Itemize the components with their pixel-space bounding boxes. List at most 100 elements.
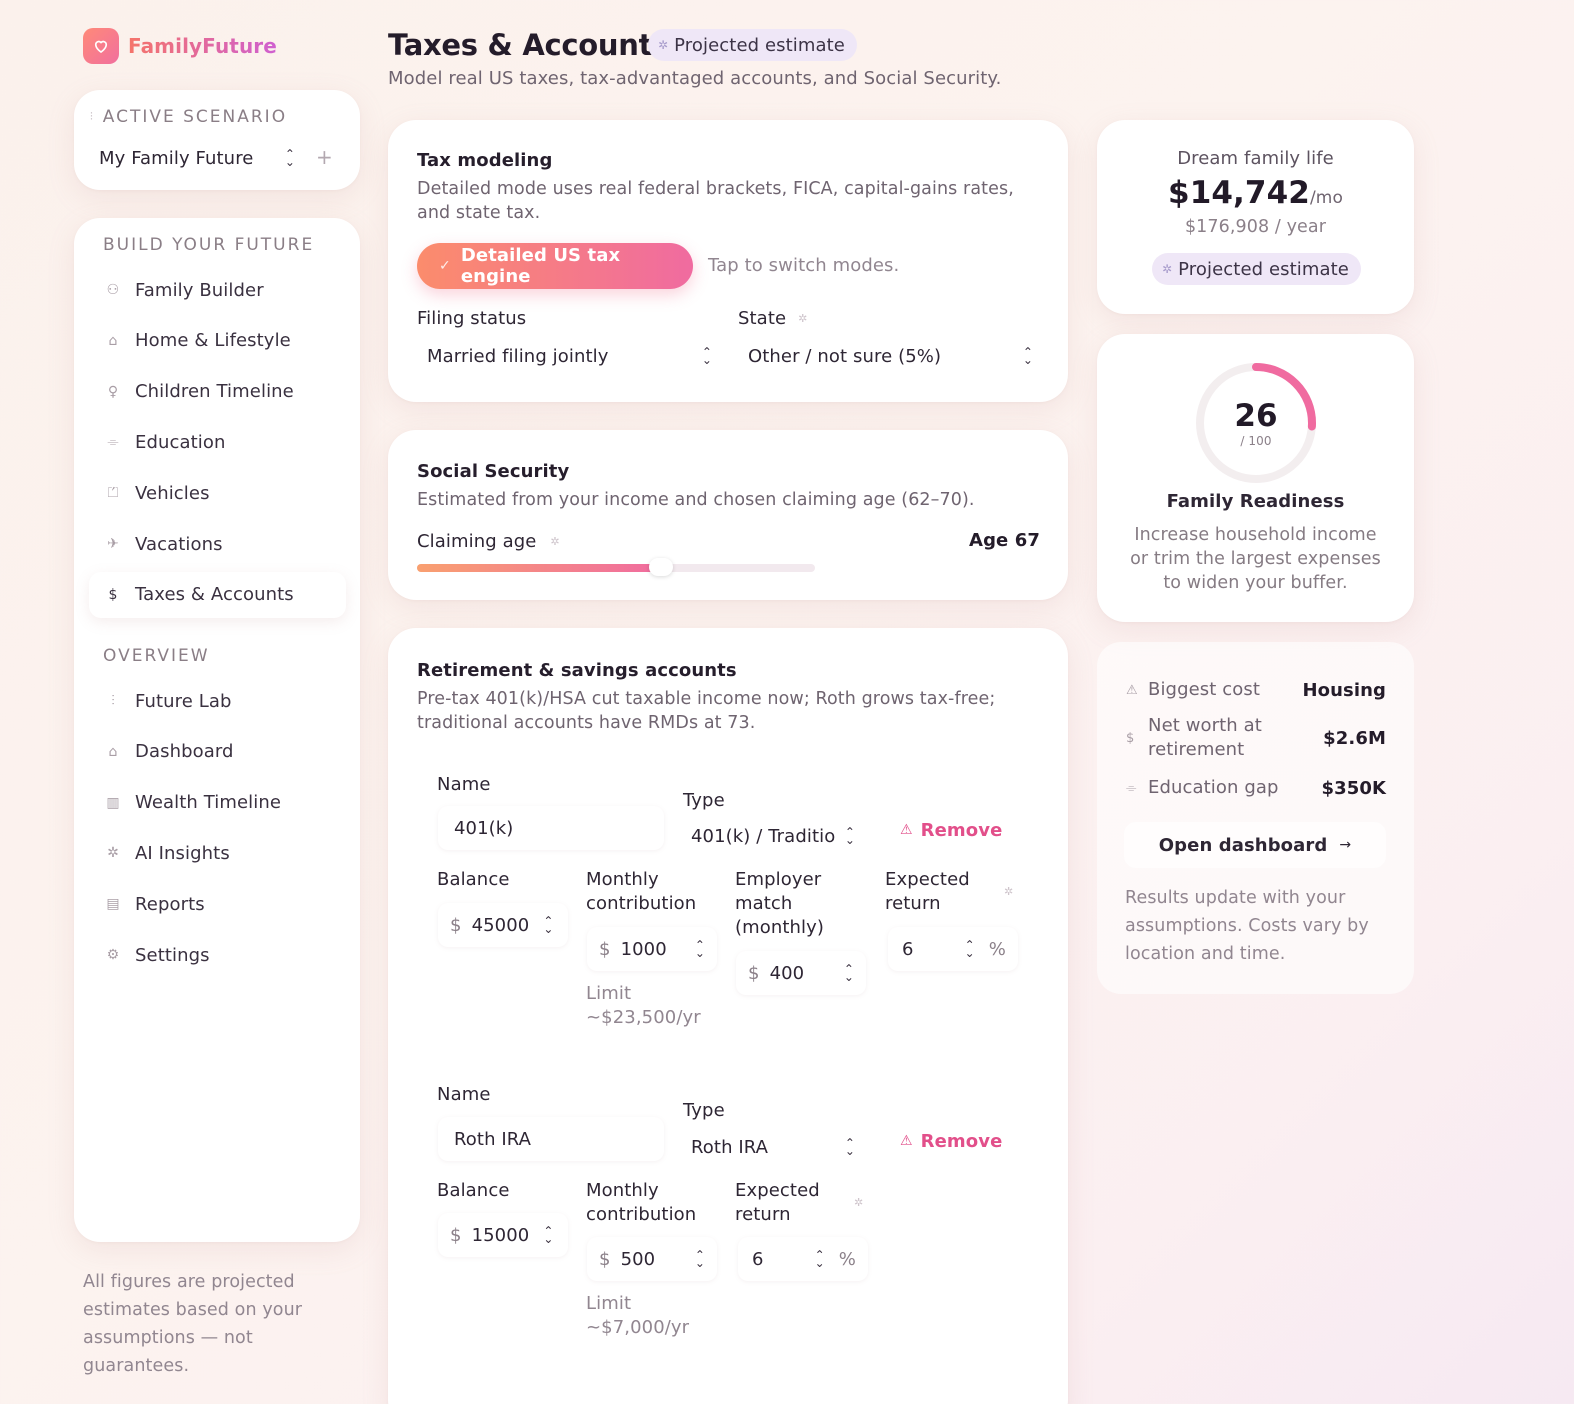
active-scenario-card: ⫶ ACTIVE SCENARIO My Family Future ⌃ ⌄ +: [74, 90, 360, 190]
tax-mode-button[interactable]: ✓ Detailed US tax engine: [417, 243, 693, 289]
sidebar-item-home-lifestyle[interactable]: ⌂ Home & Lifestyle: [89, 318, 346, 364]
results-note: Results update with your assumptions. Co…: [1125, 888, 1369, 964]
chevron-updown-icon: ⌃ ⌄: [1022, 345, 1033, 367]
plane-icon: ✈: [107, 536, 119, 552]
stat-row: ⚠ Biggest cost Housing: [1126, 678, 1386, 702]
account-type-label: Type: [683, 1100, 725, 1121]
stepper-icon[interactable]: ⌃ ⌄: [543, 915, 553, 935]
account-name-input[interactable]: 401(k): [438, 806, 664, 850]
remove-account-button[interactable]: ⚠ Remove: [876, 1118, 1027, 1164]
sidebar-item-taxes-accounts[interactable]: $ Taxes & Accounts: [89, 571, 346, 618]
sidebar-item-education[interactable]: ⌯ Education: [89, 419, 346, 465]
sidebar-item-future-lab[interactable]: ⫶ Future Lab: [89, 678, 346, 724]
check-icon: ✓: [439, 258, 451, 274]
sidebar-item-family-builder[interactable]: ⚇ Family Builder: [89, 267, 346, 313]
expected-return-label: Expected return: [885, 869, 970, 914]
info-icon: ✲: [550, 535, 560, 548]
ss-card-description: Estimated from your income and chosen cl…: [417, 490, 975, 510]
monthly-contribution-input[interactable]: $ 500 ⌃ ⌄: [587, 1237, 717, 1281]
warning-icon: ⚠: [900, 822, 913, 838]
brand-name: FamilyFuture: [128, 34, 277, 58]
sparkle-icon: ✲: [107, 845, 119, 862]
dream-yearly: $176,908 / year: [1184, 217, 1327, 237]
sidebar-item-label: Home & Lifestyle: [135, 330, 291, 352]
sidebar-item-reports[interactable]: ▤ Reports: [89, 881, 346, 927]
monthly-contribution-input[interactable]: $ 1000 ⌃ ⌄: [587, 927, 717, 971]
chevron-updown-icon: ⌃ ⌄: [844, 825, 855, 847]
monthly-contribution-label: Monthly contribution: [586, 1180, 697, 1225]
stepper-icon[interactable]: ⌃ ⌄: [815, 1249, 825, 1269]
account-name-label: Name: [437, 774, 491, 795]
stepper-icon[interactable]: ⌃ ⌄: [844, 963, 854, 983]
sidebar-item-label: Future Lab: [135, 690, 232, 712]
stepper-icon[interactable]: ⌃ ⌄: [543, 1225, 553, 1245]
projected-estimate-badge: ✲ Projected estimate: [1152, 253, 1361, 285]
sidebar-item-dashboard[interactable]: ⌂ Dashboard: [89, 729, 346, 775]
contribution-limit: Limit ~$7,000/yr: [586, 1293, 690, 1338]
sidebar-item-wealth-timeline[interactable]: ▥ Wealth Timeline: [89, 780, 346, 826]
plus-icon: +: [316, 145, 333, 169]
dream-monthly: $14,742/mo: [1097, 175, 1414, 211]
retirement-card-description: Pre-tax 401(k)/HSA cut taxable income no…: [417, 689, 996, 733]
stepper-icon[interactable]: ⌃ ⌄: [965, 939, 975, 959]
stat-label-wrap: ⚠ Biggest cost: [1126, 678, 1260, 702]
account-name-input[interactable]: Roth IRA: [438, 1117, 664, 1161]
percent-sign: %: [838, 1248, 856, 1270]
page-subtitle: Model real US taxes, tax-advantaged acco…: [388, 68, 1002, 89]
balance-label: Balance: [437, 1180, 510, 1201]
document-icon: ▤: [106, 896, 120, 913]
contribution-limit: Limit ~$23,500/yr: [586, 983, 701, 1028]
sidebar-item-children-timeline[interactable]: ♀ Children Timeline: [89, 369, 346, 415]
employer-match-input[interactable]: $ 400 ⌃ ⌄: [736, 951, 866, 995]
claiming-age-label: Claiming age: [417, 531, 537, 552]
slider-thumb[interactable]: [649, 558, 673, 576]
expected-return-input[interactable]: 6 ⌃ ⌄ %: [888, 927, 1018, 971]
sidebar-item-label: Settings: [135, 944, 210, 966]
info-icon: ✲: [854, 1196, 864, 1209]
sidebar-item-label: Vacations: [135, 533, 223, 555]
dream-label: Dream family life: [1177, 148, 1334, 169]
sidebar-item-label: Wealth Timeline: [135, 792, 282, 814]
car-icon: ⏍: [107, 485, 119, 502]
account-type-select[interactable]: Roth IRA ⌃ ⌄: [683, 1126, 863, 1168]
stepper-icon[interactable]: ⌃ ⌄: [695, 939, 705, 959]
claiming-age-slider[interactable]: [417, 558, 815, 576]
dream-per: /mo: [1309, 188, 1343, 208]
active-scenario-label: ACTIVE SCENARIO: [102, 107, 288, 127]
stepper-icon[interactable]: ⌃ ⌄: [695, 1249, 705, 1269]
brand-logo[interactable]: [83, 28, 119, 64]
info-icon: ✲: [1004, 885, 1014, 898]
retirement-card-title: Retirement & savings accounts: [417, 660, 737, 681]
add-scenario-button[interactable]: +: [316, 145, 333, 169]
sidebar-item-ai-insights[interactable]: ✲ AI Insights: [89, 830, 346, 876]
filing-status-select[interactable]: Married filing jointly ⌃ ⌄: [417, 335, 722, 377]
bar-chart-icon: ▥: [106, 794, 120, 811]
sidebar-item-vehicles[interactable]: ⏍ Vehicles: [89, 470, 346, 516]
percent-sign: %: [988, 938, 1006, 960]
open-dashboard-button[interactable]: Open dashboard →: [1124, 822, 1386, 868]
sidebar-item-label: Family Builder: [135, 279, 264, 301]
stat-row: $ Net worth at retirement $2.6M: [1126, 714, 1386, 762]
scenario-select[interactable]: My Family Future ⌃ ⌄: [99, 145, 295, 171]
ss-card-title: Social Security: [417, 461, 570, 482]
remove-account-button[interactable]: ⚠ Remove: [876, 807, 1027, 853]
readiness-label: Family Readiness: [1166, 491, 1345, 512]
tax-card-title: Tax modeling: [417, 150, 553, 171]
state-label-wrap: State ✲: [738, 307, 807, 331]
sliders-icon: ⫶: [90, 110, 95, 123]
account-name-label: Name: [437, 1084, 491, 1105]
sidebar-item-vacations[interactable]: ✈ Vacations: [89, 521, 346, 567]
people-icon: ⚇: [106, 282, 120, 298]
chevron-updown-icon: ⌃ ⌄: [284, 147, 295, 169]
readiness-score: 26: [1234, 398, 1278, 434]
sidebar-item-settings[interactable]: ⚙ Settings: [89, 932, 346, 978]
employer-match-label: Employer match (monthly): [735, 869, 825, 938]
stat-label-wrap: ⌯ Education gap: [1126, 776, 1279, 800]
dollar-icon: $: [1126, 730, 1135, 746]
state-select[interactable]: Other / not sure (5%) ⌃ ⌄: [738, 335, 1043, 377]
account-type-select[interactable]: 401(k) / Traditio ⌃ ⌄: [683, 815, 863, 857]
sidebar-footer-note: All figures are projected estimates base…: [83, 1272, 303, 1376]
balance-input[interactable]: $ 45000 ⌃ ⌄: [438, 903, 568, 947]
expected-return-input[interactable]: 6 ⌃ ⌄ %: [738, 1237, 868, 1281]
balance-input[interactable]: $ 15000 ⌃ ⌄: [438, 1213, 568, 1257]
